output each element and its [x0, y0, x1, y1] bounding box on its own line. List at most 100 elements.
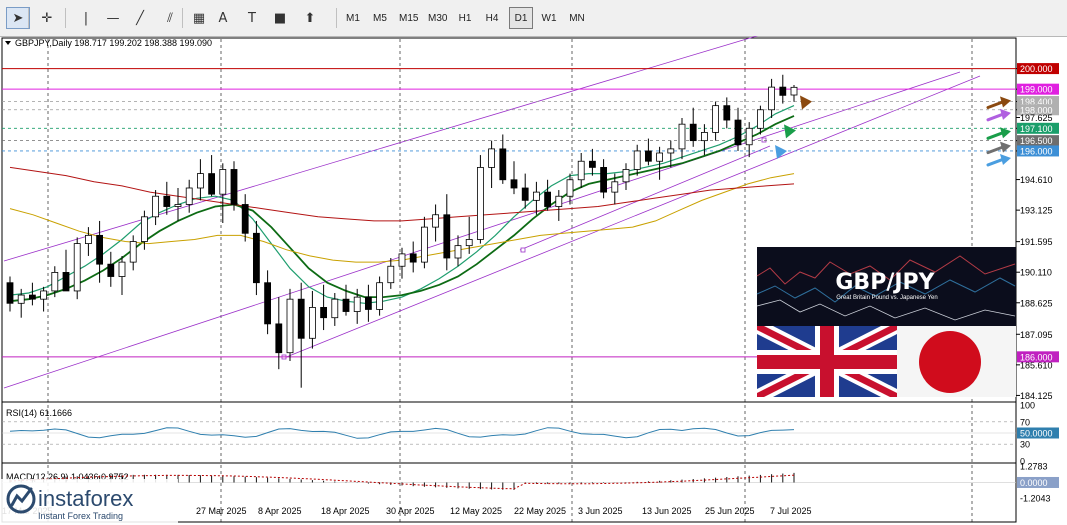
watermark: instaforex Instant Forex Trading — [0, 479, 178, 525]
candle-body — [577, 160, 585, 181]
y-tick-label: 184.125 — [1020, 391, 1053, 401]
watermark-brand: instaforex — [38, 486, 133, 511]
candle-body — [17, 294, 25, 304]
japan-flag-icon — [897, 326, 1016, 397]
candle-body — [174, 204, 182, 207]
candle-body — [275, 323, 283, 354]
chart-header: GBPJPY,Daily 198.717 199.202 198.388 199… — [15, 38, 212, 48]
x-tick-label: 12 May 2025 — [450, 506, 502, 516]
candle-body — [28, 294, 36, 300]
text-label-icon[interactable]: T — [240, 7, 264, 29]
candle-body — [62, 272, 70, 292]
candle-body — [163, 195, 171, 207]
candle-body — [107, 263, 115, 277]
y-tick-label: 193.125 — [1020, 206, 1053, 216]
fibonacci-icon[interactable]: ▦ — [187, 7, 211, 29]
candle-body — [196, 173, 204, 189]
horizontal-line-icon[interactable]: — — [101, 7, 125, 29]
candle-body — [398, 253, 406, 267]
candle-body — [185, 187, 193, 205]
toolbar-separator — [336, 8, 337, 28]
price-label: 196.500 — [1020, 136, 1053, 146]
candle-body — [712, 105, 719, 133]
promo-title: GBP/JPY — [835, 270, 935, 295]
toolbar-separator — [28, 8, 29, 28]
channel-anchor — [520, 247, 526, 253]
channel-icon[interactable]: ⫽ — [158, 7, 182, 29]
rectangle-icon[interactable]: ■ — [268, 7, 292, 29]
text-icon[interactable]: A — [211, 7, 235, 29]
timeframe-w1[interactable]: W1 — [537, 7, 561, 29]
timeframe-m1[interactable]: M1 — [341, 7, 365, 29]
macd-tick-label: 1.2783 — [1020, 462, 1048, 472]
candle-body — [387, 265, 395, 284]
timeframe-mn[interactable]: MN — [565, 7, 589, 29]
candle-body — [85, 234, 92, 244]
watermark-tagline: Instant Forex Trading — [38, 511, 123, 521]
candle-body — [40, 290, 47, 300]
cursor-icon[interactable]: ➤ — [6, 7, 30, 29]
candle — [73, 237, 81, 300]
x-tick-label: 13 Jun 2025 — [642, 506, 692, 516]
timeframe-d1[interactable]: D1 — [509, 7, 533, 29]
candle-body — [376, 282, 384, 310]
timeframe-m15[interactable]: M15 — [395, 7, 422, 29]
y-tick-label: 190.110 — [1020, 268, 1052, 278]
candle-body — [499, 148, 507, 181]
candle-body — [6, 282, 14, 304]
candle-body — [566, 179, 574, 197]
toolbar: ➤ ✛ | — ╱ ⫽ ▦ A T ■ ⬆ M1 M5 M15 M30 H1 H4 D1 W1 MN — [0, 0, 1067, 37]
macd-value-label: 0.0000 — [1020, 478, 1048, 488]
candle-body — [51, 272, 59, 292]
x-tick-label: 25 Jun 2025 — [705, 506, 755, 516]
candle-body — [745, 127, 753, 146]
y-tick-label: 187.095 — [1020, 330, 1053, 340]
rsi-tick-label: 100 — [1020, 401, 1035, 411]
y-axis: 200.000199.000198.400198.000197.625197.1… — [1016, 63, 1059, 401]
channel-anchor — [761, 137, 767, 143]
candle-body — [600, 167, 607, 193]
candle-body — [443, 214, 451, 259]
candle-body — [645, 150, 652, 162]
candle-body — [622, 169, 630, 183]
candle-body — [790, 86, 798, 96]
candle-body — [208, 173, 216, 195]
trendline-icon[interactable]: ╱ — [128, 7, 152, 29]
x-tick-label: 3 Jun 2025 — [578, 506, 623, 516]
shapes-dropdown-icon[interactable]: ⬆ — [298, 7, 322, 29]
candle-body — [230, 169, 238, 205]
candle-body — [331, 298, 339, 319]
price-label: 186.000 — [1020, 352, 1053, 362]
rsi-value-label: 50.0000 — [1020, 429, 1053, 439]
candle — [476, 155, 484, 244]
candle-body — [264, 282, 272, 325]
candle-body — [689, 123, 697, 142]
macd-tick-label: -1.2043 — [1020, 494, 1051, 504]
candle-body — [286, 298, 294, 354]
candle-body — [589, 160, 596, 168]
candle-body — [353, 296, 361, 312]
candle-body — [252, 232, 260, 284]
candle-body — [656, 152, 663, 162]
crosshair-icon[interactable]: ✛ — [35, 7, 59, 29]
timeframe-h1[interactable]: H1 — [453, 7, 477, 29]
x-tick-label: 18 Apr 2025 — [321, 506, 370, 516]
y-tick-label: 194.610 — [1020, 175, 1053, 185]
timeframe-m30[interactable]: M30 — [424, 7, 451, 29]
x-tick-label: 27 Mar 2025 — [196, 506, 247, 516]
candle-body — [757, 109, 764, 129]
candle-body — [678, 123, 686, 150]
vertical-line-icon[interactable]: | — [74, 7, 98, 29]
timeframe-h4[interactable]: H4 — [480, 7, 504, 29]
candle-body — [633, 150, 641, 170]
timeframe-m5[interactable]: M5 — [368, 7, 392, 29]
x-tick-label: 30 Apr 2025 — [386, 506, 435, 516]
x-tick-label: 8 Apr 2025 — [258, 506, 302, 516]
candle-body — [667, 148, 675, 154]
candle-body — [129, 241, 137, 263]
price-chart[interactable]: GBPJPY,Daily 198.717 199.202 198.388 199… — [0, 36, 1067, 525]
candle — [376, 276, 384, 316]
candle-body — [364, 296, 372, 310]
candle-body — [152, 195, 160, 218]
x-tick-label: 7 Jul 2025 — [770, 506, 812, 516]
